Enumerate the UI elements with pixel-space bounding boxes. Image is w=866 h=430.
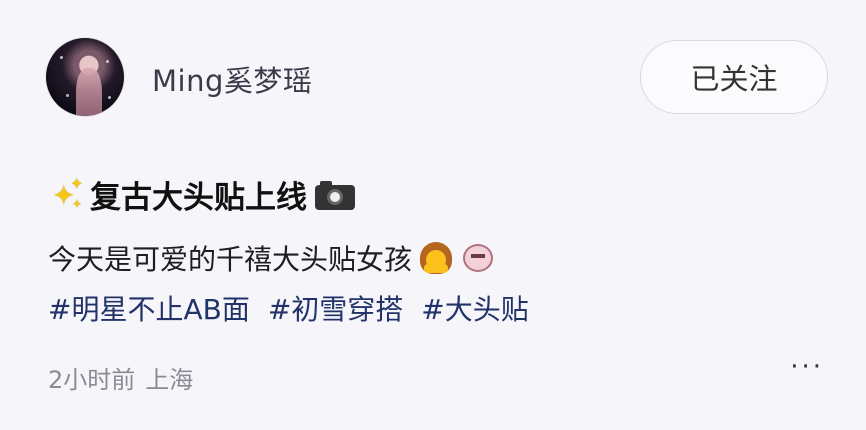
avatar-figure bbox=[76, 68, 102, 116]
face-icon bbox=[460, 240, 496, 276]
avatar-sparkle bbox=[106, 60, 109, 63]
avatar-sparkle bbox=[108, 96, 111, 99]
person-gesturing-ok-icon bbox=[418, 240, 454, 276]
sparkles-icon: ✦ ✦ ✦ bbox=[52, 173, 84, 212]
follow-button[interactable]: 已关注 bbox=[640, 40, 828, 114]
post-title: ✦ ✦ ✦ 复古大头贴上线 bbox=[48, 172, 355, 217]
more-options-button[interactable]: ··· bbox=[790, 352, 824, 382]
avatar-sparkle bbox=[60, 56, 63, 59]
avatar[interactable] bbox=[46, 38, 124, 116]
post-title-text: 复古大头贴上线 bbox=[90, 180, 307, 216]
post-header: Ming奚梦瑶 已关注 bbox=[46, 38, 828, 118]
camera-icon bbox=[315, 180, 355, 210]
hashtag-link[interactable]: #明星不止AB面 bbox=[48, 288, 250, 328]
hashtag-link[interactable]: #大头贴 bbox=[421, 288, 528, 328]
avatar-sparkle bbox=[66, 94, 69, 97]
post-content-text: 今天是可爱的千禧大头贴女孩 bbox=[48, 243, 413, 276]
hashtag-list: #明星不止AB面 #初雪穿搭 #大头贴 bbox=[48, 288, 529, 328]
post-meta: 2小时前 上海 bbox=[48, 360, 193, 395]
post-card: Ming奚梦瑶 已关注 ✦ ✦ ✦ 复古大头贴上线 今天是可爱的千禧大头贴女孩 … bbox=[0, 0, 866, 430]
post-content: 今天是可爱的千禧大头贴女孩 bbox=[48, 238, 496, 278]
hashtag-link[interactable]: #初雪穿搭 bbox=[268, 288, 403, 328]
post-location: 上海 bbox=[145, 366, 194, 394]
post-time: 2小时前 bbox=[48, 366, 136, 394]
username[interactable]: Ming奚梦瑶 bbox=[152, 58, 312, 100]
